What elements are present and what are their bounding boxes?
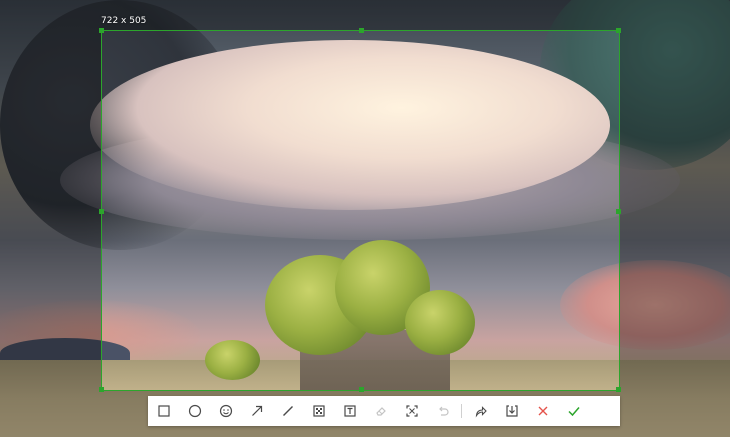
emoji-icon xyxy=(219,404,232,418)
resize-handle-top-right[interactable] xyxy=(616,28,621,33)
toolbar-divider xyxy=(461,404,462,418)
save-icon xyxy=(505,405,518,417)
mosaic-tool[interactable] xyxy=(303,396,334,426)
eraser-tool[interactable] xyxy=(365,396,396,426)
dim-overlay-right xyxy=(620,30,730,391)
line-icon xyxy=(282,406,293,416)
rectangle-icon xyxy=(157,405,170,417)
annotation-toolbar xyxy=(148,396,620,426)
ellipse-icon xyxy=(188,404,201,418)
ellipse-tool[interactable] xyxy=(179,396,210,426)
undo-button[interactable] xyxy=(427,396,458,426)
mosaic-icon xyxy=(312,405,325,417)
resize-handle-bottom-right[interactable] xyxy=(616,387,621,392)
cancel-button[interactable] xyxy=(527,396,558,426)
eraser-icon xyxy=(375,407,386,416)
dim-overlay-left xyxy=(0,30,101,391)
text-tool[interactable] xyxy=(334,396,365,426)
capture-selection[interactable] xyxy=(99,28,621,392)
selection-size-label: 722 x 505 xyxy=(101,16,147,26)
resize-handle-bottom[interactable] xyxy=(359,387,364,392)
ocr-icon xyxy=(405,405,418,417)
ocr-tool[interactable] xyxy=(396,396,427,426)
arrow-tool[interactable] xyxy=(241,396,272,426)
text-icon xyxy=(343,405,356,417)
arrow-icon xyxy=(251,405,262,416)
undo-icon xyxy=(438,406,449,416)
share-icon xyxy=(475,406,487,418)
rectangle-tool[interactable] xyxy=(148,396,179,426)
emoji-tool[interactable] xyxy=(210,396,241,426)
confirm-button[interactable] xyxy=(558,396,589,426)
resize-handle-left[interactable] xyxy=(99,209,104,214)
resize-handle-top-left[interactable] xyxy=(99,28,104,33)
close-icon xyxy=(538,406,547,416)
resize-handle-bottom-left[interactable] xyxy=(99,387,104,392)
save-button[interactable] xyxy=(496,396,527,426)
confirm-icon xyxy=(567,407,580,417)
line-tool[interactable] xyxy=(272,396,303,426)
share-button[interactable] xyxy=(465,396,496,426)
resize-handle-right[interactable] xyxy=(616,209,621,214)
resize-handle-top[interactable] xyxy=(359,28,364,33)
